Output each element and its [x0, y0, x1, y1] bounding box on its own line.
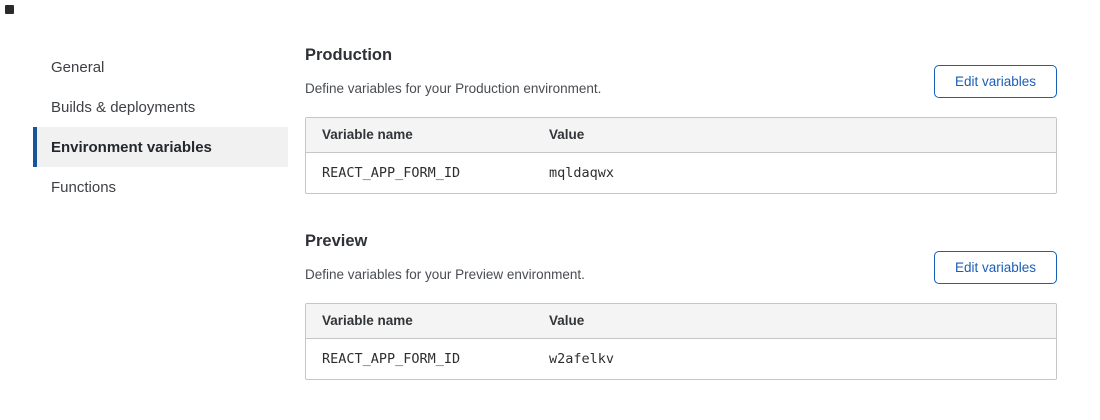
preview-section: Preview Define variables for your Previe… [305, 230, 1057, 380]
preview-edit-variables-button[interactable]: Edit variables [934, 251, 1057, 284]
sidebar-item-functions[interactable]: Functions [33, 167, 288, 207]
preview-variables-table: Variable name Value REACT_APP_FORM_ID w2… [305, 303, 1057, 380]
preview-title: Preview [305, 230, 585, 254]
corner-mark [5, 5, 14, 14]
table-header-row: Variable name Value [306, 304, 1056, 339]
table-header-row: Variable name Value [306, 118, 1056, 153]
production-title: Production [305, 44, 601, 68]
production-section-text: Production Define variables for your Pro… [305, 44, 601, 98]
column-header-variable-name: Variable name [306, 313, 549, 328]
production-variables-table: Variable name Value REACT_APP_FORM_ID mq… [305, 117, 1057, 194]
settings-page: General Builds & deployments Environment… [0, 0, 1100, 380]
variable-name-cell: REACT_APP_FORM_ID [306, 351, 549, 367]
table-row: REACT_APP_FORM_ID mqldaqwx [306, 153, 1056, 193]
table-row: REACT_APP_FORM_ID w2afelkv [306, 339, 1056, 379]
column-header-variable-name: Variable name [306, 127, 549, 142]
sidebar-item-general[interactable]: General [33, 47, 288, 87]
variable-value-cell: w2afelkv [549, 351, 1056, 367]
preview-section-text: Preview Define variables for your Previe… [305, 230, 585, 284]
variable-value-cell: mqldaqwx [549, 165, 1056, 181]
production-description: Define variables for your Production env… [305, 79, 601, 98]
production-edit-variables-button[interactable]: Edit variables [934, 65, 1057, 98]
column-header-value: Value [549, 313, 1056, 328]
preview-description: Define variables for your Preview enviro… [305, 265, 585, 284]
production-section: Production Define variables for your Pro… [305, 44, 1057, 194]
variable-name-cell: REACT_APP_FORM_ID [306, 165, 549, 181]
preview-section-header: Preview Define variables for your Previe… [305, 230, 1057, 284]
environment-variables-panel: Production Define variables for your Pro… [305, 44, 1057, 380]
production-section-header: Production Define variables for your Pro… [305, 44, 1057, 98]
sidebar-item-builds-deployments[interactable]: Builds & deployments [33, 87, 288, 127]
sidebar-item-environment-variables[interactable]: Environment variables [33, 127, 288, 167]
column-header-value: Value [549, 127, 1056, 142]
settings-sidebar: General Builds & deployments Environment… [33, 47, 288, 380]
